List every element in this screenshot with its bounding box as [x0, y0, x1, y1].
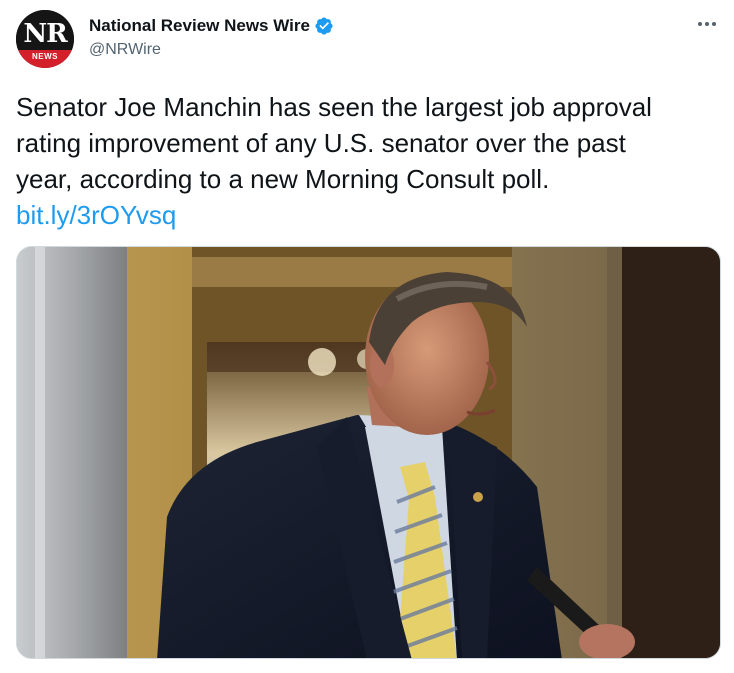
more-dot-icon — [712, 22, 716, 26]
avatar-logo-subtext: NEWS — [16, 50, 74, 68]
photo-of-senator-in-hallway-icon — [17, 247, 720, 658]
tweet-link[interactable]: bit.ly/3rOYvsq — [16, 197, 721, 233]
tweet-text-line: Senator Joe Manchin has seen the largest… — [16, 92, 652, 122]
author-name-row: National Review News Wire — [89, 14, 334, 38]
more-dot-icon — [705, 22, 709, 26]
verified-badge-icon — [315, 17, 333, 35]
tweet-body: Senator Joe Manchin has seen the largest… — [16, 89, 721, 233]
more-dot-icon — [698, 22, 702, 26]
tweet-photo[interactable] — [16, 246, 721, 659]
tweet-text-line: rating improvement of any U.S. senator o… — [16, 128, 626, 158]
avatar-logo-text: NR — [16, 10, 74, 50]
author-handle[interactable]: @NRWire — [89, 41, 161, 59]
author-display-name[interactable]: National Review News Wire — [89, 16, 310, 36]
more-options-button[interactable] — [694, 14, 720, 34]
author-avatar[interactable]: NR NEWS — [16, 10, 74, 68]
tweet-text-line: year, according to a new Morning Consult… — [16, 164, 550, 194]
tweet-card: NR NEWS National Review News Wire @NRWir… — [0, 0, 734, 673]
